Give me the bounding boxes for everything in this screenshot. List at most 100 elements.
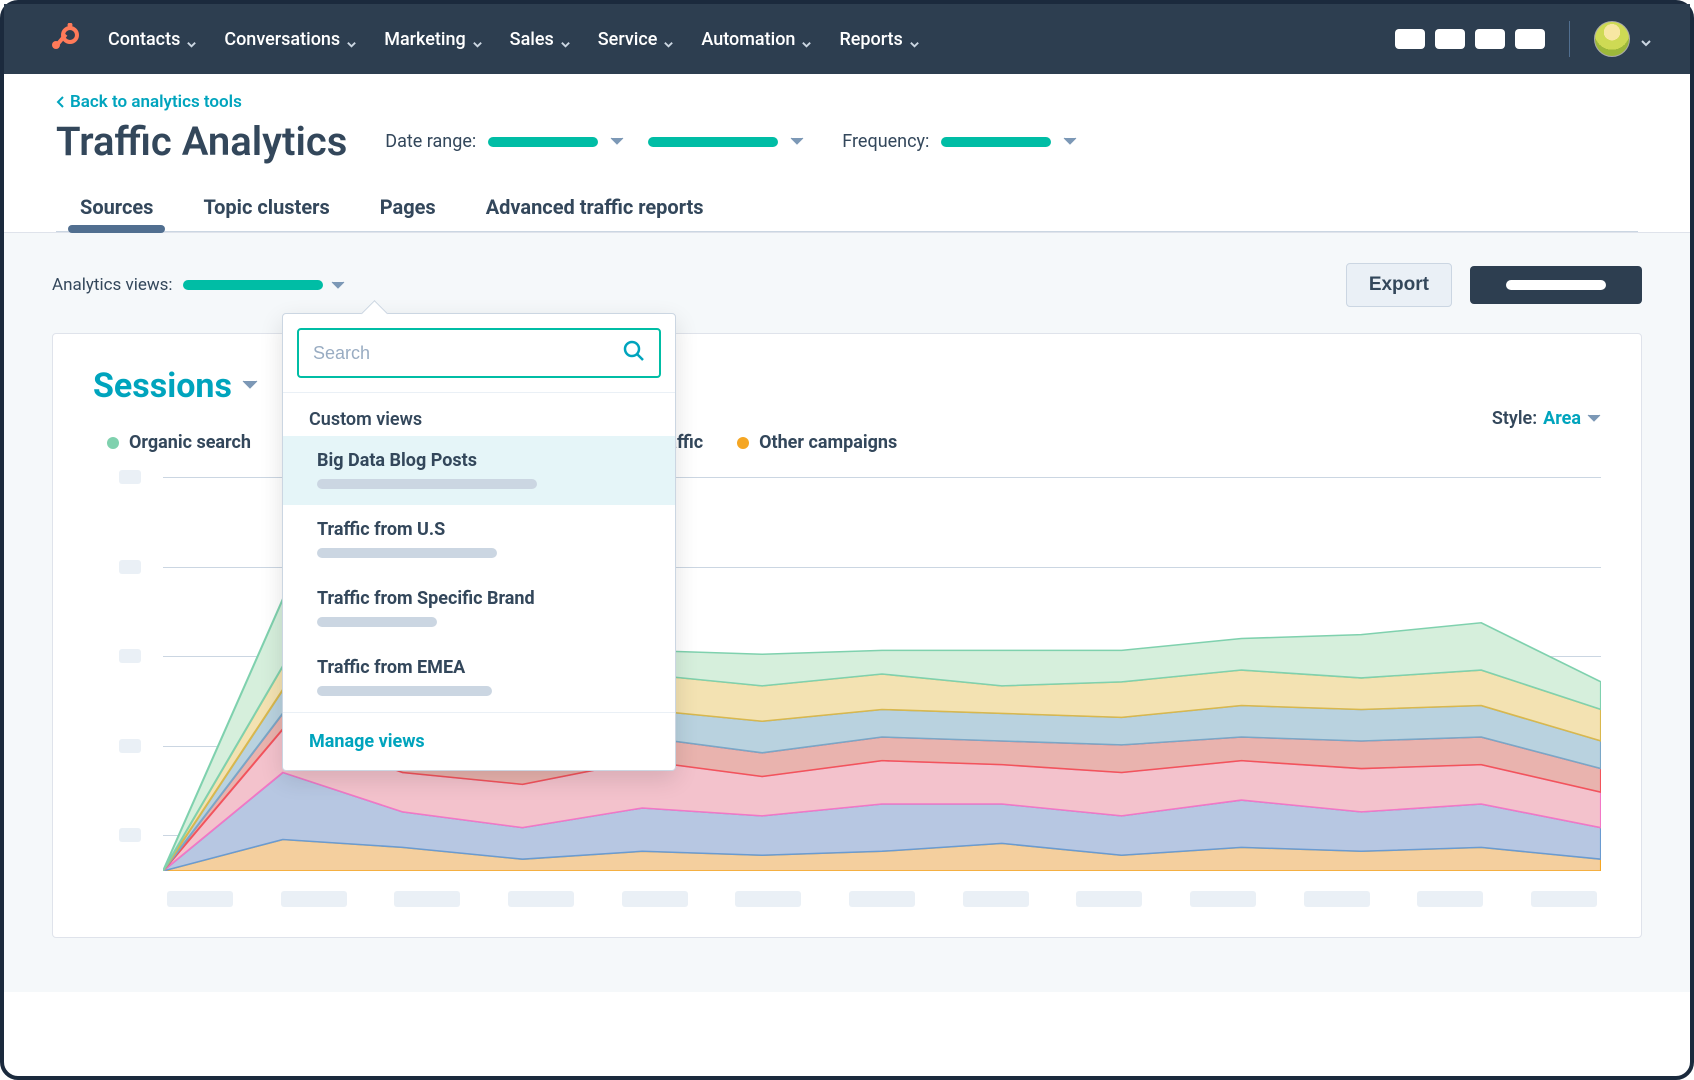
tabs: Sources Topic clusters Pages Advanced traff… — [56, 195, 1638, 229]
nav-action-3[interactable] — [1475, 29, 1505, 49]
chevron-down-icon — [610, 132, 624, 151]
chevron-down-icon — [1063, 132, 1077, 151]
x-tick-placeholder — [508, 891, 574, 907]
chevron-down-icon — [472, 34, 482, 44]
date-range-value-placeholder — [488, 137, 598, 147]
analytics-views-label: Analytics views: — [52, 275, 173, 295]
manage-views-link[interactable]: Manage views — [283, 712, 675, 770]
user-avatar[interactable] — [1594, 21, 1630, 57]
dropdown-item[interactable]: Traffic from Specific Brand — [283, 574, 675, 643]
back-link-label: Back to analytics tools — [70, 92, 242, 112]
y-tick-placeholder — [119, 828, 141, 842]
nav-item-conversations[interactable]: Conversations — [224, 29, 356, 50]
nav-item-label: Service — [598, 29, 658, 50]
dropdown-item-title: Traffic from Specific Brand — [317, 588, 647, 609]
legend-label: Organic search — [129, 432, 251, 453]
dropdown-item-title: Traffic from U.S — [317, 519, 647, 540]
nav-item-automation[interactable]: Automation — [701, 29, 811, 50]
chevron-down-icon[interactable] — [1640, 34, 1650, 44]
legend-item[interactable]: Other campaigns — [737, 432, 897, 453]
nav-action-2[interactable] — [1435, 29, 1465, 49]
nav-item-contacts[interactable]: Contacts — [108, 29, 196, 50]
tab-sources[interactable]: Sources — [80, 195, 153, 229]
frequency-value-placeholder — [941, 137, 1051, 147]
x-tick-placeholder — [1531, 891, 1597, 907]
y-tick-placeholder — [119, 470, 141, 484]
dropdown-search[interactable] — [297, 328, 661, 378]
content-area: Analytics views: Export Custom views Big… — [4, 232, 1690, 992]
chevron-down-icon — [909, 34, 919, 44]
dropdown-item-title: Traffic from EMEA — [317, 657, 647, 678]
nav-divider — [1569, 21, 1570, 57]
dropdown-item-subtitle-placeholder — [317, 617, 437, 627]
search-input[interactable] — [313, 343, 623, 364]
chevron-down-icon — [663, 34, 673, 44]
y-tick-placeholder — [119, 739, 141, 753]
chevron-down-icon — [346, 34, 356, 44]
nav-item-label: Contacts — [108, 29, 180, 50]
chevron-down-icon[interactable] — [331, 276, 345, 295]
y-tick-placeholder — [119, 649, 141, 663]
search-icon — [623, 340, 645, 366]
chevron-down-icon — [801, 34, 811, 44]
x-tick-placeholder — [1190, 891, 1256, 907]
dropdown-item[interactable]: Big Data Blog Posts — [283, 436, 675, 505]
nav-item-label: Automation — [701, 29, 795, 50]
legend-item[interactable]: Organic search — [107, 432, 251, 453]
chevron-down-icon[interactable] — [242, 377, 258, 396]
legend-swatch — [737, 437, 749, 449]
nav-action-4[interactable] — [1515, 29, 1545, 49]
tab-topic-clusters[interactable]: Topic clusters — [203, 195, 329, 229]
chevron-down-icon — [186, 34, 196, 44]
nav-item-service[interactable]: Service — [598, 29, 674, 50]
card-title-dropdown[interactable]: Sessions — [93, 366, 232, 406]
chevron-down-icon — [560, 34, 570, 44]
x-tick-placeholder — [394, 891, 460, 907]
tab-advanced-traffic-reports[interactable]: Advanced traffic reports — [486, 195, 704, 229]
dropdown-section-label: Custom views — [283, 393, 675, 436]
frequency-label: Frequency: — [842, 131, 929, 152]
nav-action-1[interactable] — [1395, 29, 1425, 49]
dropdown-item-subtitle-placeholder — [317, 686, 492, 696]
x-tick-placeholder — [735, 891, 801, 907]
y-tick-placeholder — [119, 560, 141, 574]
primary-action-button[interactable] — [1470, 266, 1642, 304]
nav-item-marketing[interactable]: Marketing — [384, 29, 481, 50]
chevron-down-icon — [790, 132, 804, 151]
x-tick-placeholder — [281, 891, 347, 907]
nav-item-label: Conversations — [224, 29, 340, 50]
dropdown-item[interactable]: Traffic from U.S — [283, 505, 675, 574]
date-range-filter[interactable]: Date range: — [385, 131, 804, 152]
x-tick-placeholder — [1417, 891, 1483, 907]
back-link[interactable]: Back to analytics tools — [56, 92, 1638, 112]
style-label: Style: — [1492, 408, 1537, 429]
legend-label: Other campaigns — [759, 432, 897, 453]
analytics-views-dropdown: Custom views Big Data Blog Posts Traffic … — [282, 313, 676, 771]
dropdown-item[interactable]: Traffic from EMEA — [283, 643, 675, 712]
nav-item-label: Sales — [510, 29, 554, 50]
export-button[interactable]: Export — [1346, 263, 1452, 307]
dropdown-item-title: Big Data Blog Posts — [317, 450, 647, 471]
page-title: Traffic Analytics — [56, 118, 347, 165]
x-tick-placeholder — [1076, 891, 1142, 907]
style-value: Area — [1543, 408, 1581, 429]
analytics-views-value-placeholder — [183, 280, 323, 290]
nav-item-sales[interactable]: Sales — [510, 29, 570, 50]
page-header: Back to analytics tools Traffic Analytic… — [4, 74, 1690, 232]
chevron-down-icon — [1587, 408, 1601, 429]
chart-style-selector[interactable]: Style: Area — [1492, 408, 1601, 429]
x-tick-placeholder — [849, 891, 915, 907]
nav-item-reports[interactable]: Reports — [839, 29, 918, 50]
top-nav: Contacts Conversations Marketing Sales Servi… — [4, 4, 1690, 74]
x-tick-placeholder — [167, 891, 233, 907]
x-tick-placeholder — [622, 891, 688, 907]
nav-item-label: Reports — [839, 29, 902, 50]
dropdown-item-subtitle-placeholder — [317, 479, 537, 489]
date-range-label: Date range: — [385, 131, 476, 152]
primary-action-label-placeholder — [1506, 280, 1606, 290]
dropdown-item-subtitle-placeholder — [317, 548, 497, 558]
tab-pages[interactable]: Pages — [380, 195, 436, 229]
frequency-filter[interactable]: Frequency: — [842, 131, 1077, 152]
nav-item-label: Marketing — [384, 29, 465, 50]
hubspot-logo[interactable] — [48, 23, 80, 55]
